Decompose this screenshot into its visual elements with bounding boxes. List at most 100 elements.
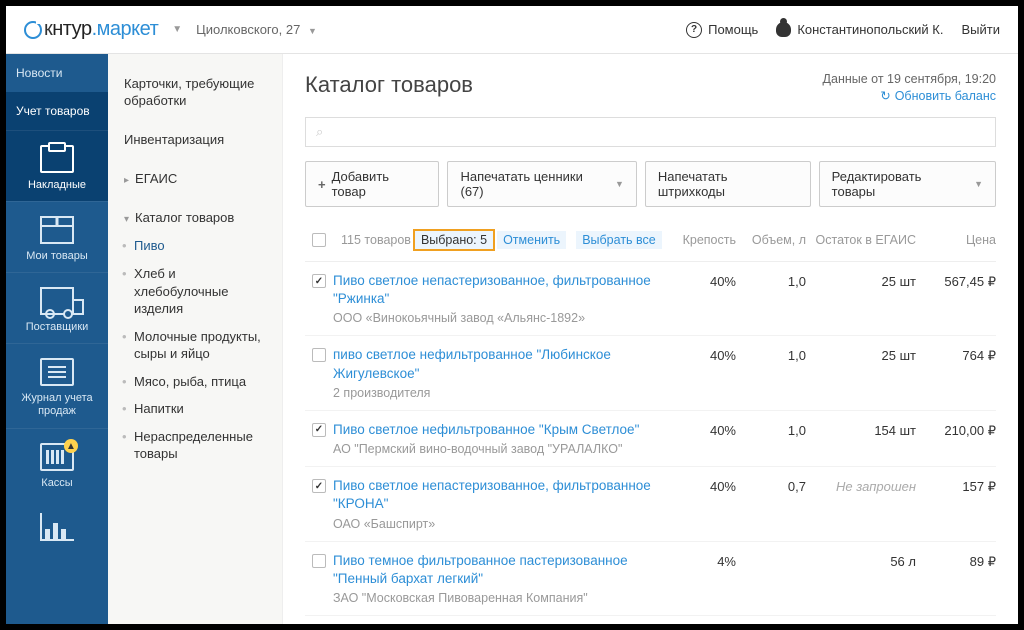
product-maker: АО "Пермский вино-водочный завод "УРАЛАЛ… xyxy=(333,442,656,456)
topbar: к нтур .маркет ▼ Циолковского, 27 ▼ ? По… xyxy=(6,6,1018,54)
cancel-selection-link[interactable]: Отменить xyxy=(497,231,566,249)
cell-stock: 154 шт xyxy=(806,421,916,456)
sidebar-item-reports[interactable] xyxy=(6,499,108,547)
subnav-child-item[interactable]: Нераспределенные товары xyxy=(108,423,282,468)
cell-price: 210,00 ₽ xyxy=(916,421,996,456)
table-row: Пиво светлое нефильтрованное "Панжбан"ОО… xyxy=(305,616,996,624)
select-all-checkbox[interactable] xyxy=(312,233,326,247)
col-header-egais-stock: Остаток в ЕГАИС xyxy=(806,233,916,247)
cell-volume: 1,0 xyxy=(736,421,806,456)
refresh-balance-link[interactable]: ↻Обновить баланс xyxy=(823,88,996,103)
chevron-down-icon: ▼ xyxy=(308,26,317,36)
cell-price: 157 ₽ xyxy=(916,477,996,530)
cashbox-icon: ▲ xyxy=(40,443,74,471)
col-header-price: Цена xyxy=(916,233,996,247)
sidebar: Новости Учет товаров Накладные Мои товар… xyxy=(6,54,108,624)
select-all-link[interactable]: Выбрать все xyxy=(576,231,662,249)
warning-badge-icon: ▲ xyxy=(64,439,78,453)
cell-price: 89 ₽ xyxy=(916,552,996,605)
table-row: Пиво светлое нефильтрованное "Крым Светл… xyxy=(305,411,996,467)
user-menu[interactable]: Константинопольский К. xyxy=(776,22,943,37)
sidebar-item-goods-tracking[interactable]: Учет товаров xyxy=(6,92,108,130)
table-row: Пиво темное фильтрованное пастеризованно… xyxy=(305,542,996,616)
col-header-volume: Объем, л xyxy=(736,233,806,247)
cell-strength: 40% xyxy=(666,477,736,530)
product-name-link[interactable]: Пиво темное фильтрованное пастеризованно… xyxy=(333,552,656,588)
subnav-cards[interactable]: Карточки, требующие обработки xyxy=(108,70,282,116)
cell-stock: 25 шт xyxy=(806,346,916,399)
refresh-icon: ↻ xyxy=(880,88,890,103)
help-link[interactable]: ? Помощь xyxy=(686,22,758,38)
sidebar-item-suppliers[interactable]: Поставщики xyxy=(6,272,108,343)
edit-products-button[interactable]: Редактировать товары▼ xyxy=(819,161,996,207)
print-barcodes-button[interactable]: Напечатать штрихкоды xyxy=(645,161,811,207)
row-checkbox[interactable] xyxy=(312,348,326,362)
logo-ring-icon xyxy=(24,21,42,39)
product-maker: 2 производителя xyxy=(333,386,656,400)
subnav-child-item[interactable]: Хлеб и хлебобулочные изделия xyxy=(108,260,282,323)
cell-stock: 25 шт xyxy=(806,272,916,325)
cell-strength: 40% xyxy=(666,421,736,456)
subnav-catalog[interactable]: Каталог товаров xyxy=(108,204,282,233)
truck-icon xyxy=(40,287,74,315)
sidebar-item-sales-journal[interactable]: Журнал учета продаж xyxy=(6,343,108,428)
subnav-inventory[interactable]: Инвентаризация xyxy=(108,126,282,155)
logout-link[interactable]: Выйти xyxy=(962,22,1001,37)
cell-volume: 1,0 xyxy=(736,272,806,325)
table-row: пиво светлое нефильтрованное "Любинское … xyxy=(305,336,996,410)
plus-icon: + xyxy=(318,177,326,192)
table-row: Пиво светлое непастеризованное, фильтров… xyxy=(305,262,996,336)
sidebar-item-cashboxes[interactable]: ▲ Кассы xyxy=(6,428,108,499)
print-price-tags-button[interactable]: Напечатать ценники (67)▼ xyxy=(447,161,636,207)
help-icon: ? xyxy=(686,22,702,38)
row-count-label: 115 товаров xyxy=(341,233,411,247)
data-timestamp: Данные от 19 сентября, 19:20 xyxy=(823,72,996,86)
user-icon xyxy=(776,22,791,37)
row-checkbox[interactable] xyxy=(312,554,326,568)
product-maker: ЗАО "Московская Пивоваренная Компания" xyxy=(333,591,656,605)
cell-volume: 1,0 xyxy=(736,346,806,399)
subnav-child-item[interactable]: Мясо, рыба, птица xyxy=(108,368,282,396)
row-checkbox[interactable] xyxy=(312,423,326,437)
search-input[interactable]: ⌕ xyxy=(305,117,996,147)
box-icon xyxy=(40,216,74,244)
row-checkbox[interactable] xyxy=(312,274,326,288)
subnav-egais[interactable]: ЕГАИС xyxy=(108,165,282,194)
table-header: 115 товаров Выбрано: 5 Отменить Выбрать … xyxy=(305,221,996,262)
product-name-link[interactable]: пиво светлое нефильтрованное "Любинское … xyxy=(333,346,656,382)
product-name-link[interactable]: Пиво светлое непастеризованное, фильтров… xyxy=(333,272,656,308)
logo[interactable]: к нтур .маркет xyxy=(24,18,158,41)
cell-strength: 40% xyxy=(666,346,736,399)
search-icon: ⌕ xyxy=(316,124,323,139)
col-header-strength: Крепость xyxy=(666,233,736,247)
row-checkbox[interactable] xyxy=(312,479,326,493)
journal-icon xyxy=(40,358,74,386)
cell-volume xyxy=(736,552,806,605)
cell-strength: 4% xyxy=(666,552,736,605)
clipboard-icon xyxy=(40,145,74,173)
logo-text-2: .маркет xyxy=(92,18,159,41)
product-name-link[interactable]: Пиво светлое нефильтрованное "Крым Светл… xyxy=(333,421,656,439)
cell-stock: Не запрошен xyxy=(806,477,916,530)
main-content: Каталог товаров Данные от 19 сентября, 1… xyxy=(283,54,1018,624)
cell-price: 567,45 ₽ xyxy=(916,272,996,325)
chevron-down-icon: ▼ xyxy=(974,179,983,189)
add-product-button[interactable]: +Добавить товар xyxy=(305,161,439,207)
product-name-link[interactable]: Пиво светлое непастеризованное, фильтров… xyxy=(333,477,656,513)
chevron-down-icon[interactable]: ▼ xyxy=(172,24,182,35)
logo-text-1: нтур xyxy=(52,18,91,41)
sidebar-item-my-goods[interactable]: Мои товары xyxy=(6,201,108,272)
subnav-child-item[interactable]: Молочные продукты, сыры и яйцо xyxy=(108,323,282,368)
subnav-child-item[interactable]: Напитки xyxy=(108,395,282,423)
subnav-child-item[interactable]: Пиво xyxy=(108,232,282,260)
cell-volume: 0,7 xyxy=(736,477,806,530)
cell-stock: 56 л xyxy=(806,552,916,605)
page-title: Каталог товаров xyxy=(305,72,473,98)
chevron-down-icon: ▼ xyxy=(615,179,624,189)
sidebar-item-news[interactable]: Новости xyxy=(6,54,108,92)
bar-chart-icon xyxy=(40,513,74,541)
location-selector[interactable]: Циолковского, 27 ▼ xyxy=(196,22,317,37)
sidebar-item-invoices[interactable]: Накладные xyxy=(6,130,108,201)
selected-count-badge: Выбрано: 5 xyxy=(413,229,495,251)
cell-strength: 40% xyxy=(666,272,736,325)
